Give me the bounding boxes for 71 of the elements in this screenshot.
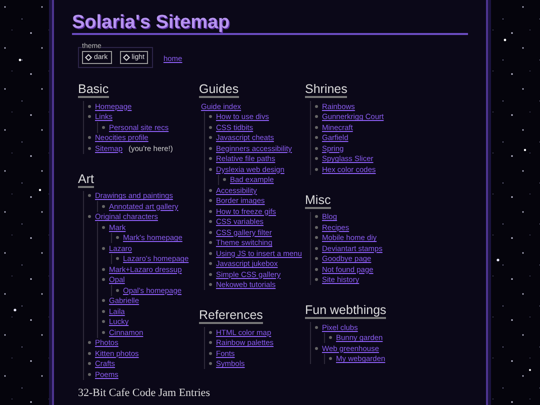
bullet-icon (88, 372, 91, 376)
bullet-icon (209, 126, 212, 129)
bullet-icon (315, 126, 318, 129)
bullet-icon (315, 215, 318, 218)
bullet-icon (102, 278, 105, 282)
bullet-icon (88, 352, 91, 355)
section-heading: Guides (199, 83, 239, 98)
bullet-icon (102, 320, 105, 324)
bullet-icon (102, 299, 105, 302)
section-heading: Shrines (305, 83, 348, 98)
bullet-icon (315, 236, 318, 240)
bullet-icon (116, 257, 119, 260)
bullet-icon (102, 330, 105, 334)
bullet-icon (315, 104, 318, 108)
bullet-icon (315, 246, 318, 250)
bullet-icon (88, 341, 91, 344)
bullet-icon (329, 357, 332, 360)
bullet-icon (88, 362, 91, 366)
bullet-icon (88, 146, 91, 150)
bullet-icon (315, 268, 318, 271)
section-heading: Fun webthings (305, 304, 386, 319)
bullet-icon (102, 226, 105, 229)
bullet-icon (209, 136, 212, 140)
bullet-icon (88, 104, 91, 108)
bullet-icon (209, 230, 212, 234)
bullet-icon (209, 115, 212, 118)
bullet-icon (315, 326, 318, 329)
bullet-icon (116, 288, 119, 292)
section-heading: References (199, 309, 263, 324)
bullet-icon (88, 194, 91, 198)
bullet-icon (102, 126, 105, 129)
bullet-icon (315, 168, 318, 171)
bullet-icon (209, 252, 212, 255)
bullet-icon (315, 115, 318, 118)
bullet-icon (102, 310, 105, 313)
bullet-icon (209, 220, 212, 224)
bullet-icon (209, 341, 212, 344)
bullet-icon (209, 157, 212, 160)
bullet-icon (116, 236, 119, 240)
bullet-icon (315, 146, 318, 150)
bullet-icon (315, 257, 318, 260)
bullet-icon (102, 268, 105, 271)
bullet-icon (209, 262, 212, 266)
page-title: Solaria's Sitemap (72, 0, 468, 35)
section-heading: Art (78, 172, 94, 188)
bullet-icon (209, 283, 212, 286)
bullet-icon (102, 246, 105, 250)
section-heading: 32-Bit Cafe Code Jam Entries (78, 386, 210, 398)
bullet-icon (315, 278, 318, 282)
bullet-icon (223, 178, 226, 182)
bullet-icon (88, 115, 91, 118)
bullet-icon (88, 136, 91, 140)
bullet-icon (209, 188, 212, 192)
bullet-icon (209, 146, 212, 150)
bullet-icon (209, 210, 212, 213)
section-heading: Basic (78, 83, 109, 98)
bullet-icon (209, 330, 212, 334)
bullet-icon (315, 346, 318, 350)
bullet-icon (315, 157, 318, 160)
bullet-icon (209, 362, 212, 366)
bullet-icon (209, 199, 212, 202)
bullet-icon (209, 241, 212, 244)
bullet-icon (88, 215, 91, 218)
bullet-icon (102, 204, 105, 208)
bullet-icon (315, 136, 318, 140)
bullet-icon (209, 168, 212, 171)
bullet-icon (329, 336, 332, 340)
bullet-icon (315, 226, 318, 229)
section-heading: Misc (305, 194, 331, 208)
bullet-icon (209, 272, 212, 276)
bullet-icon (209, 352, 212, 355)
